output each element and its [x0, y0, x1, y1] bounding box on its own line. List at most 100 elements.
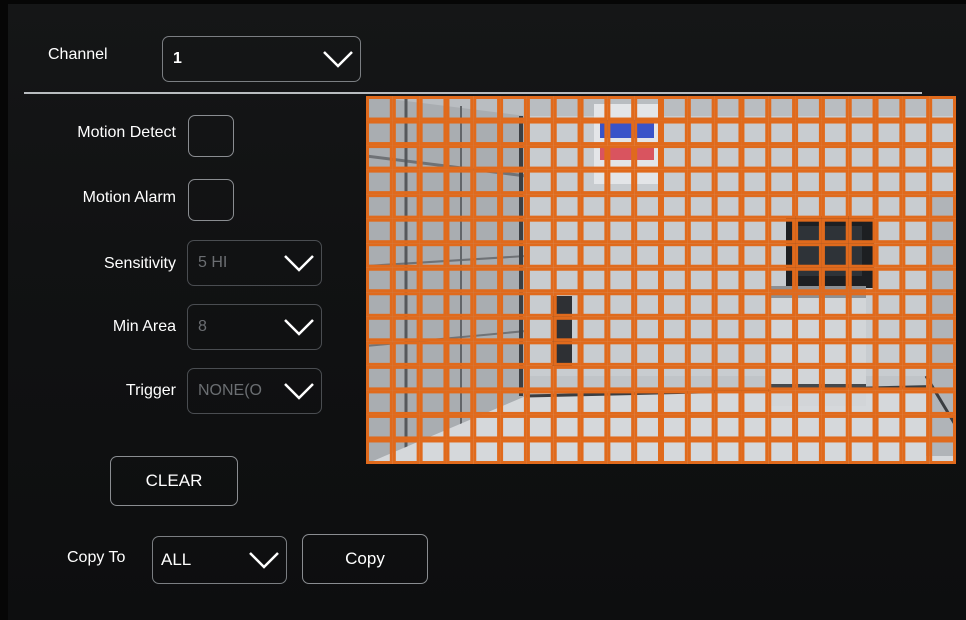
- motion-grid-cell[interactable]: [687, 439, 715, 464]
- motion-grid-cell[interactable]: [392, 292, 420, 317]
- motion-grid-cell[interactable]: [687, 267, 715, 293]
- motion-grid-cell[interactable]: [687, 96, 715, 121]
- motion-grid-cell[interactable]: [795, 96, 822, 121]
- motion-grid-cell[interactable]: [500, 390, 527, 415]
- motion-grid-cell[interactable]: [446, 96, 474, 121]
- motion-grid-cell[interactable]: [446, 316, 474, 342]
- motion-grid-cell[interactable]: [768, 390, 796, 415]
- motion-grid-cell[interactable]: [902, 439, 930, 464]
- motion-grid-cell[interactable]: [768, 218, 796, 244]
- motion-grid-cell[interactable]: [929, 390, 956, 415]
- motion-grid-cell[interactable]: [902, 194, 930, 219]
- motion-grid-cell[interactable]: [392, 96, 420, 121]
- motion-grid-cell[interactable]: [929, 120, 956, 146]
- motion-grid-cell[interactable]: [500, 218, 527, 244]
- motion-grid-cell[interactable]: [661, 96, 688, 121]
- motion-grid-cell[interactable]: [848, 439, 876, 464]
- motion-grid-cell[interactable]: [366, 390, 393, 415]
- motion-grid-cell[interactable]: [714, 145, 742, 170]
- motion-grid-cell[interactable]: [580, 316, 608, 342]
- motion-grid-cell[interactable]: [634, 218, 661, 244]
- motion-grid-cell[interactable]: [580, 218, 608, 244]
- motion-grid-cell[interactable]: [634, 365, 661, 391]
- motion-grid-cell[interactable]: [741, 218, 769, 244]
- motion-grid-cell[interactable]: [580, 194, 608, 219]
- motion-grid-cell[interactable]: [821, 292, 849, 317]
- motion-grid-cell[interactable]: [366, 96, 393, 121]
- motion-grid-cell[interactable]: [741, 414, 769, 440]
- motion-grid-cell[interactable]: [446, 439, 474, 464]
- motion-grid-cell[interactable]: [366, 316, 393, 342]
- motion-grid-cell[interactable]: [795, 414, 822, 440]
- motion-grid-cell[interactable]: [473, 316, 501, 342]
- motion-grid-cell[interactable]: [526, 267, 554, 293]
- motion-grid-cell[interactable]: [419, 96, 447, 121]
- motion-grid-cell[interactable]: [473, 414, 501, 440]
- motion-grid-cell[interactable]: [714, 365, 742, 391]
- motion-grid-cell[interactable]: [366, 341, 393, 366]
- motion-grid-cell[interactable]: [768, 341, 796, 366]
- motion-grid-cell[interactable]: [687, 243, 715, 268]
- motion-grid-cell[interactable]: [473, 292, 501, 317]
- motion-grid-cell[interactable]: [392, 243, 420, 268]
- motion-grid-cell[interactable]: [419, 120, 447, 146]
- motion-grid-cell[interactable]: [526, 120, 554, 146]
- motion-grid-cell[interactable]: [714, 120, 742, 146]
- motion-grid-cell[interactable]: [741, 390, 769, 415]
- camera-preview[interactable]: [366, 96, 956, 464]
- motion-grid-cell[interactable]: [580, 120, 608, 146]
- motion-grid-cell[interactable]: [446, 390, 474, 415]
- motion-grid-cell[interactable]: [741, 120, 769, 146]
- motion-grid-cell[interactable]: [500, 414, 527, 440]
- motion-grid-cell[interactable]: [526, 390, 554, 415]
- motion-grid-cell[interactable]: [768, 120, 796, 146]
- motion-grid-cell[interactable]: [795, 292, 822, 317]
- motion-grid-cell[interactable]: [848, 96, 876, 121]
- motion-grid-cell[interactable]: [553, 414, 581, 440]
- motion-grid-cell[interactable]: [553, 218, 581, 244]
- motion-grid-cell[interactable]: [741, 341, 769, 366]
- motion-grid-cell[interactable]: [661, 439, 688, 464]
- motion-grid-cell[interactable]: [366, 218, 393, 244]
- motion-grid-cell[interactable]: [741, 292, 769, 317]
- motion-grid-cell[interactable]: [634, 120, 661, 146]
- motion-grid-cell[interactable]: [902, 414, 930, 440]
- motion-grid-cell[interactable]: [902, 145, 930, 170]
- motion-grid-cell[interactable]: [419, 194, 447, 219]
- motion-grid-cell[interactable]: [875, 218, 903, 244]
- motion-grid-cell[interactable]: [366, 292, 393, 317]
- motion-grid-cell[interactable]: [714, 169, 742, 195]
- motion-grid-cell[interactable]: [821, 390, 849, 415]
- motion-grid-cell[interactable]: [902, 218, 930, 244]
- motion-grid-cell[interactable]: [634, 169, 661, 195]
- motion-grid-cell[interactable]: [392, 145, 420, 170]
- motion-grid-cell[interactable]: [580, 96, 608, 121]
- motion-grid-cell[interactable]: [553, 243, 581, 268]
- motion-grid-cell[interactable]: [392, 267, 420, 293]
- motion-grid-cell[interactable]: [848, 120, 876, 146]
- motion-grid-cell[interactable]: [795, 169, 822, 195]
- motion-grid-cell[interactable]: [526, 316, 554, 342]
- motion-grid-cell[interactable]: [929, 316, 956, 342]
- motion-grid-cell[interactable]: [607, 145, 635, 170]
- motion-grid-cell[interactable]: [875, 267, 903, 293]
- motion-grid-cell[interactable]: [580, 341, 608, 366]
- motion-grid-cell[interactable]: [526, 169, 554, 195]
- motion-grid-cell[interactable]: [553, 194, 581, 219]
- motion-grid-cell[interactable]: [795, 316, 822, 342]
- motion-grid-cell[interactable]: [419, 439, 447, 464]
- motion-grid-cell[interactable]: [392, 341, 420, 366]
- motion-grid-cell[interactable]: [795, 365, 822, 391]
- motion-grid-cell[interactable]: [473, 169, 501, 195]
- motion-grid-cell[interactable]: [607, 218, 635, 244]
- motion-grid-cell[interactable]: [553, 96, 581, 121]
- motion-grid-cell[interactable]: [795, 145, 822, 170]
- motion-grid-cell[interactable]: [500, 365, 527, 391]
- motion-grid-cell[interactable]: [661, 316, 688, 342]
- motion-grid-cell[interactable]: [473, 439, 501, 464]
- motion-grid-cell[interactable]: [661, 414, 688, 440]
- motion-grid-cell[interactable]: [607, 96, 635, 121]
- motion-grid-cell[interactable]: [687, 145, 715, 170]
- motion-grid-cell[interactable]: [526, 96, 554, 121]
- motion-grid-cell[interactable]: [795, 194, 822, 219]
